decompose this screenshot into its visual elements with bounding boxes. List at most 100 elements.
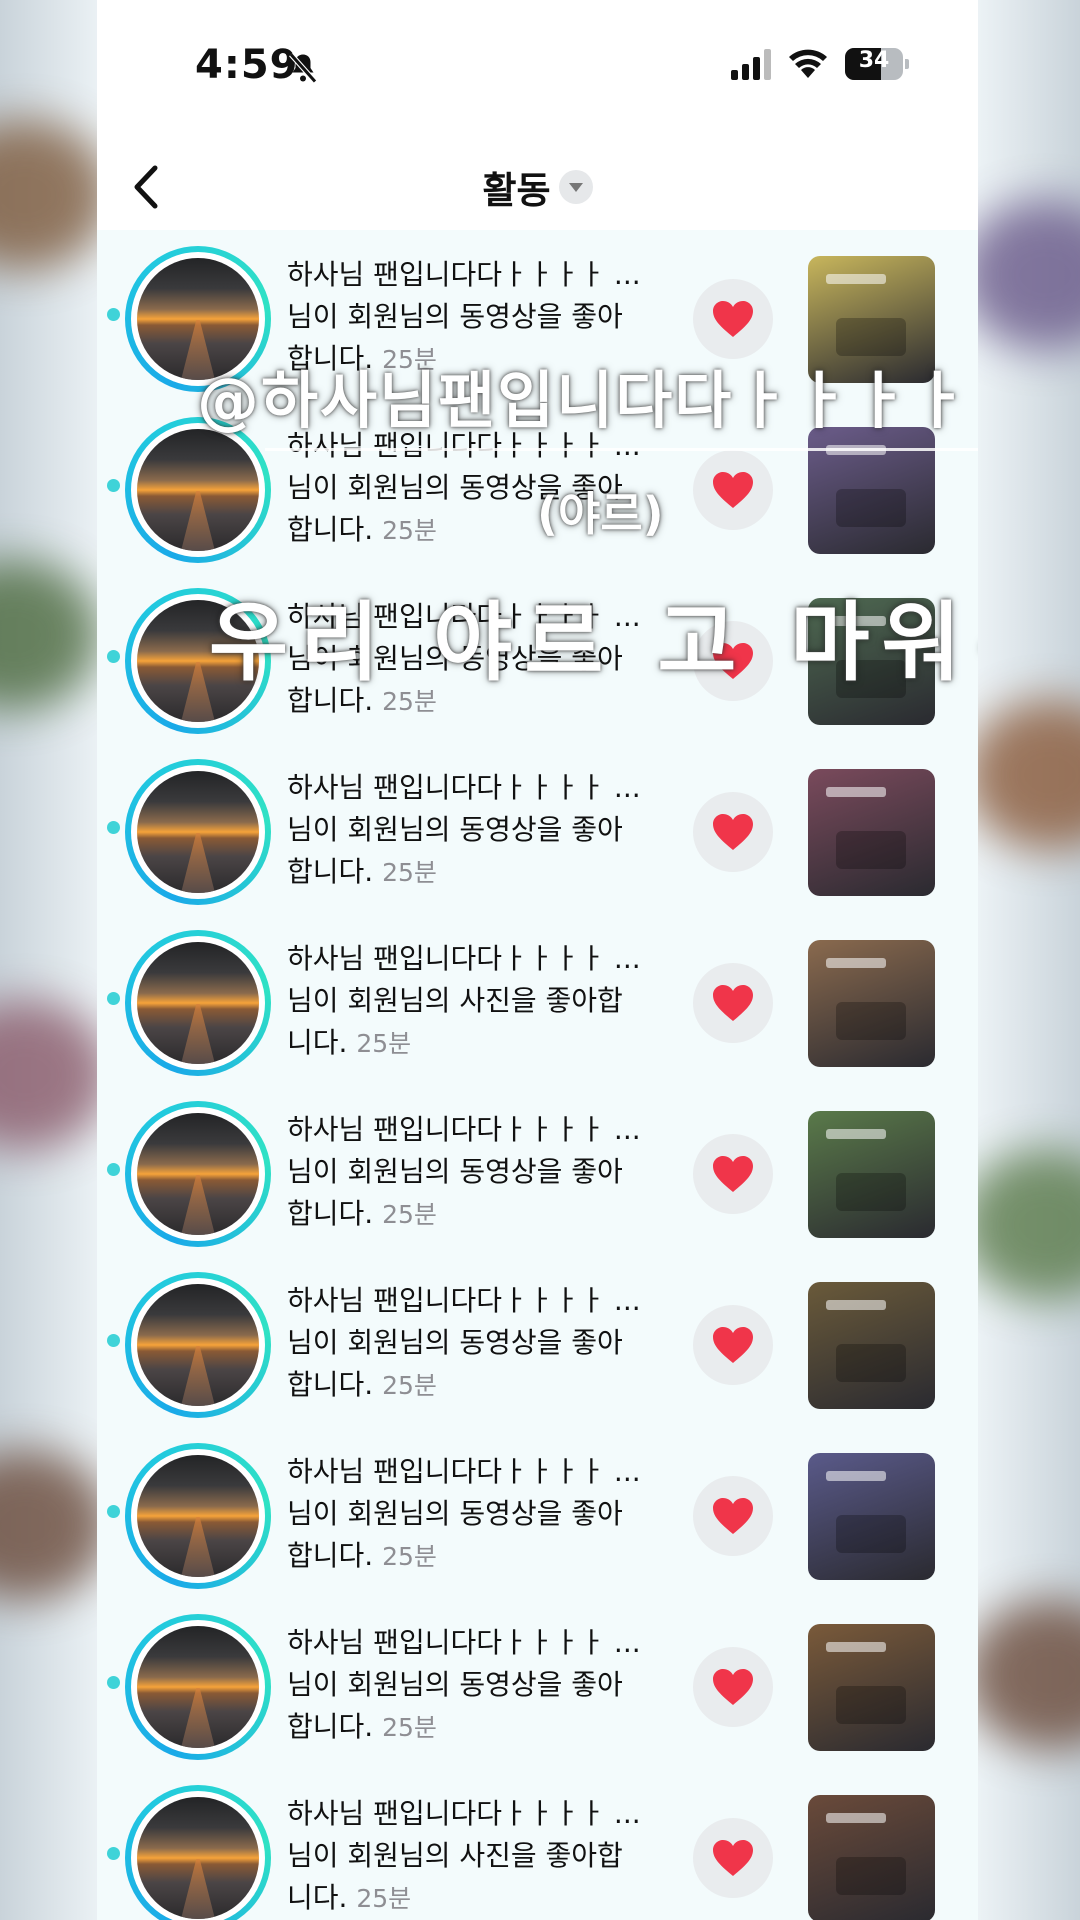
activity-row[interactable]: 하사님 팬입니다다ㅏㅏㅏㅏ ... 님이 회원님의 사진을 좋아합 니다. 25분 bbox=[97, 1775, 978, 1920]
activity-action-end: 니다. bbox=[287, 1026, 348, 1059]
story-ring[interactable] bbox=[125, 759, 271, 905]
time-ago: 25분 bbox=[382, 345, 437, 374]
activity-row[interactable]: 하사님 팬입니다다ㅏㅏㅏㅏ ... 님이 회원님의 동영상을 좋아 합니다. 25분 bbox=[97, 1091, 978, 1262]
activity-text[interactable]: 하사님 팬입니다다ㅏㅏㅏㅏ ... 님이 회원님의 동영상을 좋아 합니다. 25분 bbox=[287, 1280, 667, 1407]
activity-action-end: 합니다. bbox=[287, 855, 374, 888]
avatar bbox=[137, 429, 259, 551]
time-ago: 25분 bbox=[382, 1371, 437, 1400]
activity-text[interactable]: 하사님 팬입니다다ㅏㅏㅏㅏ ... 님이 회원님의 사진을 좋아합 니다. 25분 bbox=[287, 1793, 667, 1920]
heart-icon bbox=[713, 301, 753, 337]
avatar bbox=[137, 258, 259, 380]
activity-row[interactable]: 하사님 팬입니다다ㅏㅏㅏㅏ ... 님이 회원님의 사진을 좋아합니다. 25분 bbox=[97, 920, 978, 1091]
user-name: 하사님 팬입니다다ㅏㅏㅏㅏ ... bbox=[287, 258, 641, 291]
post-thumbnail[interactable] bbox=[808, 256, 935, 383]
activity-row[interactable]: 하사님 팬입니다다ㅏㅏㅏㅏ ... 님이 회원님의 동영상을 좋아합니다. 25분 bbox=[97, 578, 978, 749]
heart-icon bbox=[713, 985, 753, 1021]
title-dropdown[interactable]: 활동 bbox=[97, 160, 978, 214]
heart-icon bbox=[713, 1327, 753, 1363]
post-thumbnail[interactable] bbox=[808, 427, 935, 554]
battery-level: 34 bbox=[858, 48, 890, 73]
activity-text[interactable]: 하사님 팬입니다다ㅏㅏㅏㅏ ... 님이 회원님의 동영상을 좋아합니다. 25분 bbox=[287, 596, 667, 723]
caption-divider bbox=[265, 448, 978, 451]
activity-action: 님이 회원님의 동영상을 좋아 bbox=[287, 642, 623, 675]
battery-indicator: 34 bbox=[845, 48, 909, 80]
activity-action: 님이 회원님의 사진을 좋아합 bbox=[287, 984, 623, 1017]
like-button[interactable] bbox=[693, 621, 773, 701]
user-name: 하사님 팬입니다다ㅏㅏㅏㅏ ... bbox=[287, 771, 641, 804]
like-button[interactable] bbox=[693, 1134, 773, 1214]
heart-icon bbox=[713, 1669, 753, 1705]
like-button[interactable] bbox=[693, 1818, 773, 1898]
activity-row[interactable]: 하사님 팬입니다다ㅏㅏㅏㅏ ... 님이 회원님의 동영상을 좋아합니다. 25분 bbox=[97, 236, 978, 407]
post-thumbnail[interactable] bbox=[808, 1453, 935, 1580]
time-ago: 25분 bbox=[382, 516, 437, 545]
status-bar: 4:59 34 bbox=[97, 0, 978, 130]
avatar bbox=[137, 1284, 259, 1406]
activity-text[interactable]: 하사님 팬입니다다ㅏㅏㅏㅏ ... 님이 회원님의 동영상을 좋아 합니다. 25분 bbox=[287, 425, 667, 552]
avatar bbox=[137, 1113, 259, 1235]
like-button[interactable] bbox=[693, 1476, 773, 1556]
like-button[interactable] bbox=[693, 279, 773, 359]
activity-text[interactable]: 하사님 팬입니다다ㅏㅏㅏㅏ ... 님이 회원님의 동영상을 좋아합니다. 25분 bbox=[287, 254, 667, 381]
like-button[interactable] bbox=[693, 1647, 773, 1727]
story-ring[interactable] bbox=[125, 1101, 271, 1247]
activity-action: 님이 회원님의 동영상을 좋아 bbox=[287, 1668, 623, 1701]
story-ring[interactable] bbox=[125, 1443, 271, 1589]
story-ring[interactable] bbox=[125, 417, 271, 563]
unread-dot bbox=[107, 1163, 120, 1176]
activity-action-end: 니다. bbox=[287, 1881, 348, 1914]
like-button[interactable] bbox=[693, 792, 773, 872]
activity-text[interactable]: 하사님 팬입니다다ㅏㅏㅏㅏ ... 님이 회원님의 동영상을 좋아 합니다. 25분 bbox=[287, 767, 667, 894]
avatar bbox=[137, 1455, 259, 1577]
activity-row[interactable]: 하사님 팬입니다다ㅏㅏㅏㅏ ... 님이 회원님의 동영상을 좋아 합니다. 25분 bbox=[97, 1262, 978, 1433]
wifi-icon bbox=[789, 49, 827, 78]
activity-action: 님이 회원님의 동영상을 좋아 bbox=[287, 471, 623, 504]
post-thumbnail[interactable] bbox=[808, 598, 935, 725]
status-time: 4:59 bbox=[195, 42, 299, 88]
story-ring[interactable] bbox=[125, 246, 271, 392]
unread-dot bbox=[107, 1676, 120, 1689]
chevron-down-icon bbox=[558, 170, 593, 204]
user-name: 하사님 팬입니다다ㅏㅏㅏㅏ ... bbox=[287, 942, 641, 975]
like-button[interactable] bbox=[693, 450, 773, 530]
like-button[interactable] bbox=[693, 963, 773, 1043]
time-ago: 25분 bbox=[382, 687, 437, 716]
activity-row[interactable]: 하사님 팬입니다다ㅏㅏㅏㅏ ... 님이 회원님의 동영상을 좋아 합니다. 25분 bbox=[97, 407, 978, 578]
unread-dot bbox=[107, 992, 120, 1005]
post-thumbnail[interactable] bbox=[808, 1111, 935, 1238]
story-ring[interactable] bbox=[125, 1272, 271, 1418]
user-name: 하사님 팬입니다다ㅏㅏㅏㅏ ... bbox=[287, 600, 641, 633]
like-button[interactable] bbox=[693, 1305, 773, 1385]
post-thumbnail[interactable] bbox=[808, 1795, 935, 1920]
post-thumbnail[interactable] bbox=[808, 940, 935, 1067]
header: 활동 bbox=[97, 130, 978, 230]
activity-text[interactable]: 하사님 팬입니다다ㅏㅏㅏㅏ ... 님이 회원님의 동영상을 좋아 합니다. 25분 bbox=[287, 1622, 667, 1749]
activity-action-end: 합니다. bbox=[287, 684, 374, 717]
user-name: 하사님 팬입니다다ㅏㅏㅏㅏ ... bbox=[287, 1455, 641, 1488]
activity-text[interactable]: 하사님 팬입니다다ㅏㅏㅏㅏ ... 님이 회원님의 동영상을 좋아 합니다. 25분 bbox=[287, 1109, 667, 1236]
story-ring[interactable] bbox=[125, 930, 271, 1076]
heart-icon bbox=[713, 472, 753, 508]
post-thumbnail[interactable] bbox=[808, 769, 935, 896]
user-name: 하사님 팬입니다다ㅏㅏㅏㅏ ... bbox=[287, 1797, 641, 1830]
activity-action-end: 합니다. bbox=[287, 513, 374, 546]
heart-icon bbox=[713, 643, 753, 679]
post-thumbnail[interactable] bbox=[808, 1282, 935, 1409]
story-ring[interactable] bbox=[125, 1614, 271, 1760]
heart-icon bbox=[713, 814, 753, 850]
activity-action-end: 합니다. bbox=[287, 342, 374, 375]
story-ring[interactable] bbox=[125, 1785, 271, 1920]
avatar bbox=[137, 1797, 259, 1919]
user-name: 하사님 팬입니다다ㅏㅏㅏㅏ ... bbox=[287, 1626, 641, 1659]
activity-text[interactable]: 하사님 팬입니다다ㅏㅏㅏㅏ ... 님이 회원님의 사진을 좋아합니다. 25분 bbox=[287, 938, 667, 1065]
activity-row[interactable]: 하사님 팬입니다다ㅏㅏㅏㅏ ... 님이 회원님의 동영상을 좋아 합니다. 25분 bbox=[97, 1433, 978, 1604]
activity-row[interactable]: 하사님 팬입니다다ㅏㅏㅏㅏ ... 님이 회원님의 동영상을 좋아 합니다. 25분 bbox=[97, 749, 978, 920]
activity-text[interactable]: 하사님 팬입니다다ㅏㅏㅏㅏ ... 님이 회원님의 동영상을 좋아 합니다. 25분 bbox=[287, 1451, 667, 1578]
post-thumbnail[interactable] bbox=[808, 1624, 935, 1751]
time-ago: 25분 bbox=[356, 1029, 412, 1058]
story-ring[interactable] bbox=[125, 588, 271, 734]
bell-muted-icon bbox=[289, 52, 317, 84]
activity-row[interactable]: 하사님 팬입니다다ㅏㅏㅏㅏ ... 님이 회원님의 동영상을 좋아 합니다. 25분 bbox=[97, 1604, 978, 1775]
activity-action: 님이 회원님의 동영상을 좋아 bbox=[287, 300, 623, 333]
activity-action-end: 합니다. bbox=[287, 1197, 374, 1230]
